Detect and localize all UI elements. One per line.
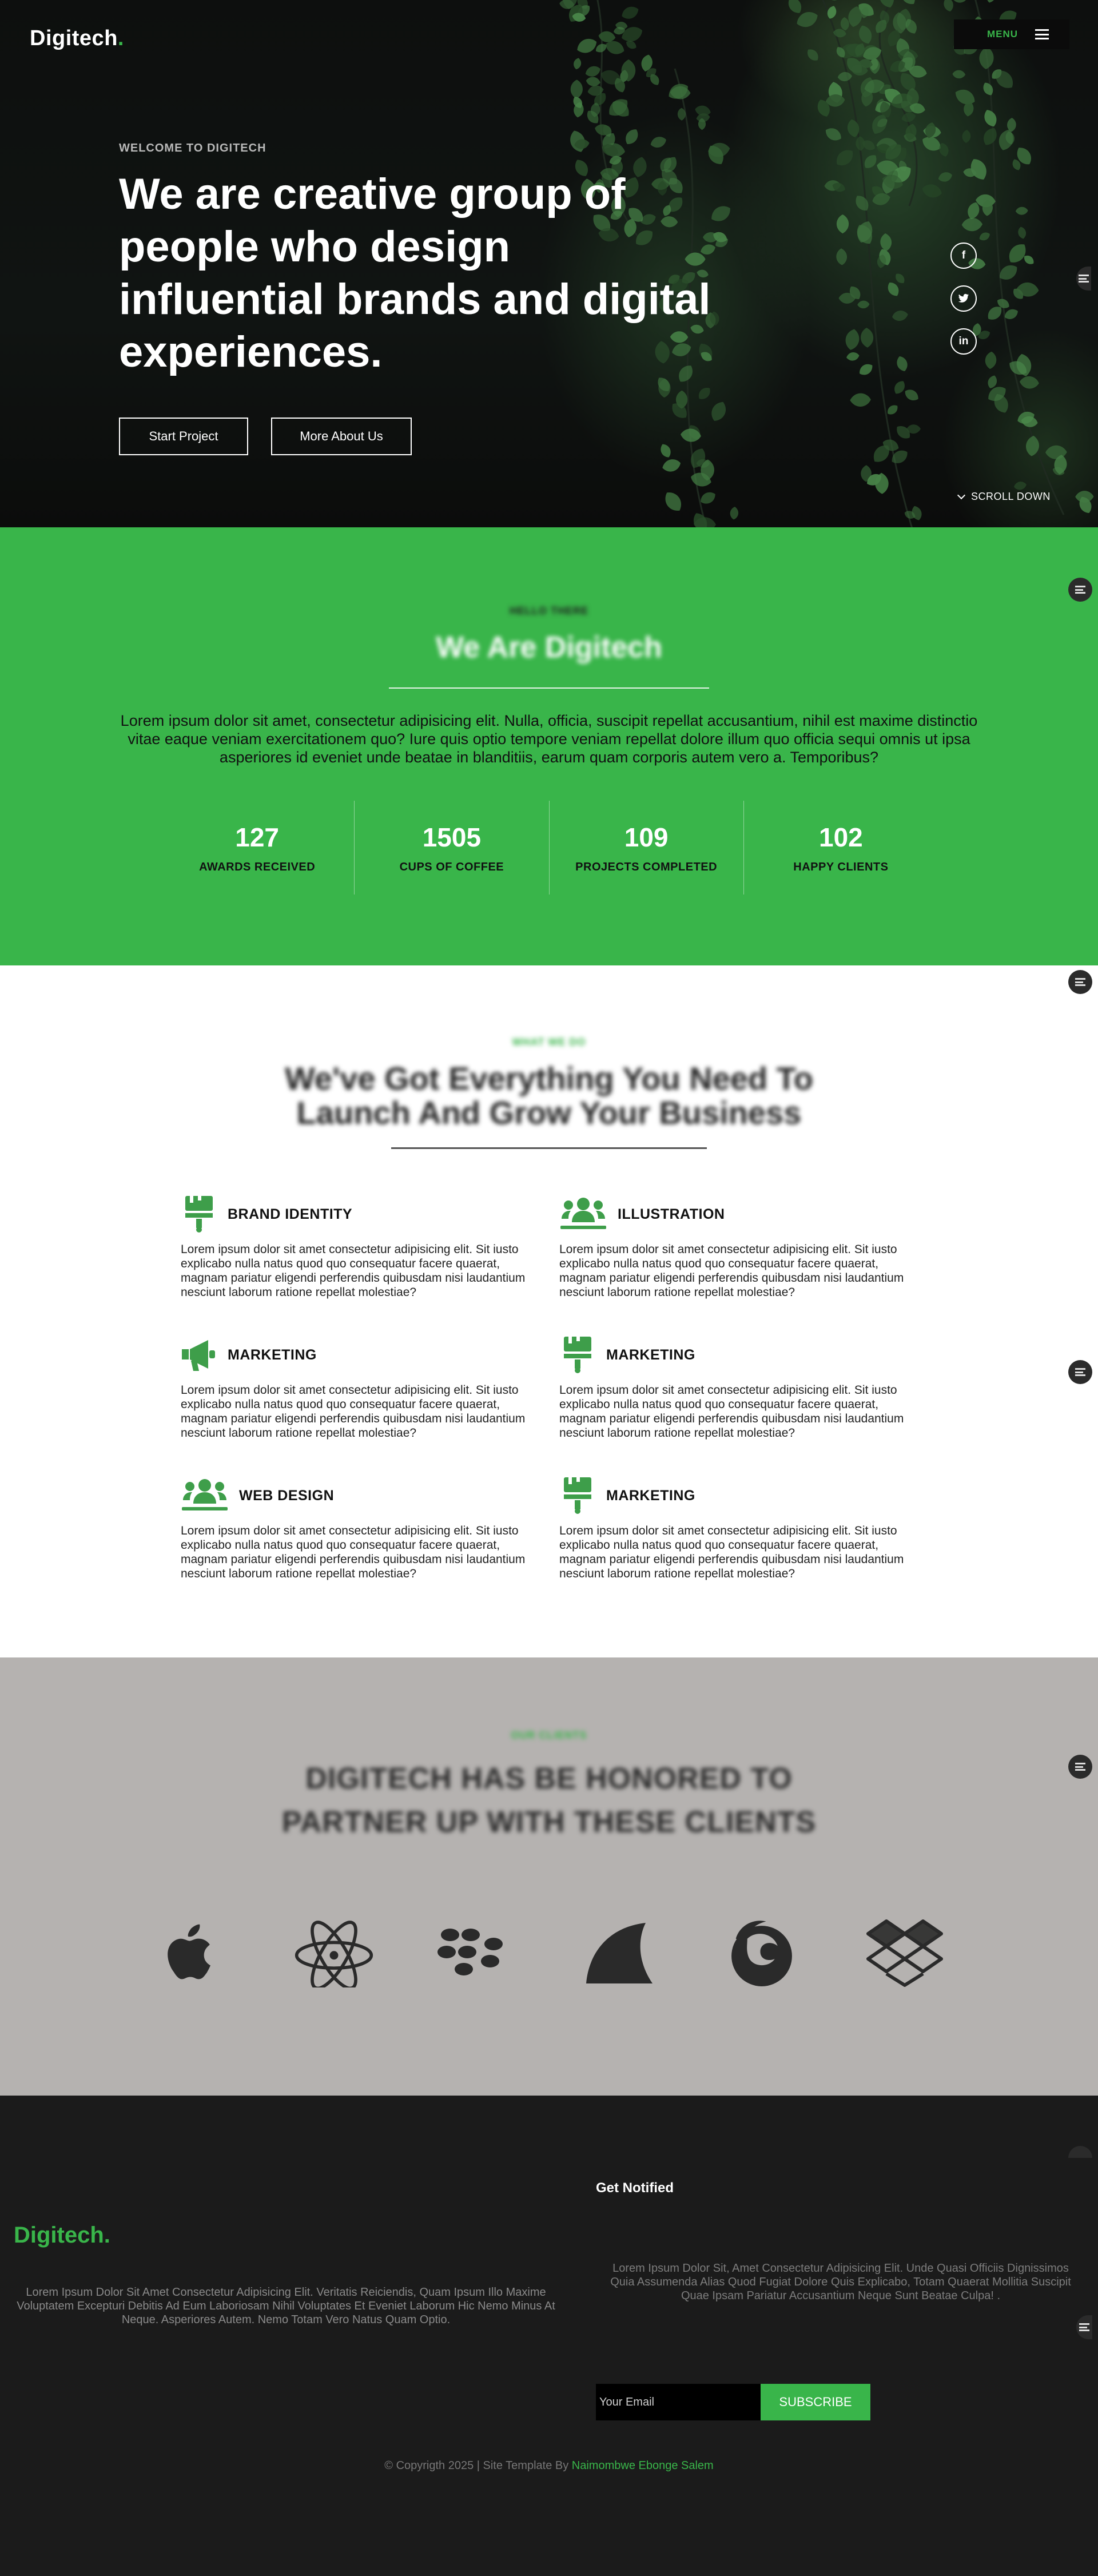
about-heading: We Are Digitech (436, 631, 662, 664)
scroll-down-label: SCROLL DOWN (971, 491, 1051, 502)
more-about-us-button[interactable]: More About Us (271, 418, 412, 455)
service-card: MARKETING Lorem ipsum dolor sit amet con… (181, 1335, 547, 1440)
about-eyebrow: HELLO THERE (509, 605, 588, 617)
service-card: MARKETING Lorem ipsum dolor sit amet con… (559, 1335, 925, 1440)
hero-eyebrow: WELCOME TO DIGITECH (119, 142, 266, 154)
services-heading: We've Got Everything You Need To Launch … (285, 1060, 813, 1131)
clients-eyebrow: OUR CLIENTS (511, 1730, 587, 1741)
service-title: ILLUSTRATION (618, 1206, 725, 1222)
service-title: MARKETING (606, 1346, 695, 1363)
users-icon (559, 1196, 607, 1233)
paint-brush-icon (559, 1337, 596, 1373)
stat-label: AWARDS RECEIVED (199, 860, 316, 873)
stat-awards: 127 AWARDS RECEIVED (160, 801, 354, 895)
blackberry-logo-icon (435, 1916, 515, 1990)
stat-coffee: 1505 CUPS OF COFFEE (354, 801, 548, 895)
settings-sliders-icon[interactable] (1068, 970, 1092, 994)
settings-sliders-icon[interactable] (1068, 1755, 1092, 1779)
stat-label: HAPPY CLIENTS (793, 860, 889, 873)
service-card: WEB DESIGN Lorem ipsum dolor sit amet co… (181, 1476, 547, 1581)
service-description: Lorem ipsum dolor sit amet consectetur a… (559, 1384, 904, 1440)
settings-sliders-icon[interactable] (1068, 578, 1092, 602)
service-description: Lorem ipsum dolor sit amet consectetur a… (181, 1524, 526, 1580)
newsletter-title: Get Notified (596, 2180, 674, 2196)
start-project-button[interactable]: Start Project (119, 418, 248, 455)
stat-clients: 102 HAPPY CLIENTS (743, 801, 938, 895)
settings-sliders-icon[interactable] (1068, 2146, 1092, 2158)
copyright-line: © Copyrigth 2025 | Site Template By Naim… (0, 2459, 1098, 2472)
service-title: BRAND IDENTITY (228, 1206, 353, 1222)
divider (391, 1147, 707, 1149)
scroll-down-link[interactable]: SCROLL DOWN (957, 491, 1051, 503)
settings-sliders-icon[interactable] (1076, 2315, 1092, 2339)
stats-row: 127 AWARDS RECEIVED 1505 CUPS OF COFFEE … (160, 801, 938, 895)
stat-number: 102 (819, 822, 863, 852)
footer-logo[interactable]: Digitech. (14, 2223, 110, 2248)
firefox-logo-icon (722, 1916, 802, 1990)
service-description: Lorem ipsum dolor sit amet consectetur a… (559, 1243, 904, 1299)
about-section: HELLO THERE We Are Digitech Lorem ipsum … (0, 527, 1098, 965)
footer-about-text: Lorem Ipsum Dolor Sit Amet Consectetur A… (17, 2286, 555, 2326)
subscribe-button[interactable]: SUBSCRIBE (761, 2384, 870, 2420)
divider (389, 687, 709, 689)
apple-logo-icon (151, 1916, 231, 1990)
linkedin-icon[interactable]: in (950, 328, 977, 355)
stat-number: 127 (235, 822, 279, 852)
stat-projects: 109 PROJECTS COMPLETED (548, 801, 743, 895)
footer: Digitech. Lorem Ipsum Dolor Sit Amet Con… (0, 2096, 1098, 2576)
copyright-text: © Copyrigth 2025 | Site Template By (384, 2459, 569, 2472)
twitter-icon[interactable] (950, 285, 977, 312)
service-card: ILLUSTRATION Lorem ipsum dolor sit amet … (559, 1194, 925, 1299)
menu-label: MENU (986, 29, 1018, 39)
service-card: MARKETING Lorem ipsum dolor sit amet con… (559, 1476, 925, 1581)
settings-sliders-icon[interactable] (1068, 1360, 1092, 1384)
about-paragraph: Lorem ipsum dolor sit amet, consectetur … (120, 712, 978, 766)
atom-logo-icon (294, 1916, 374, 1990)
stat-label: PROJECTS COMPLETED (575, 860, 718, 873)
service-card: BRAND IDENTITY Lorem ipsum dolor sit ame… (181, 1194, 547, 1299)
service-title: MARKETING (228, 1346, 317, 1363)
services-eyebrow: WHAT WE DO (512, 1036, 586, 1048)
hero-title: We are creative group of people who desi… (119, 170, 711, 376)
email-input[interactable] (596, 2384, 761, 2420)
shark-fin-logo-icon (580, 1916, 660, 1990)
clients-section: OUR CLIENTS DIGITECH HAS BE HONORED TO P… (0, 1657, 1098, 2096)
site-logo[interactable]: Digitech. (30, 26, 124, 51)
service-description: Lorem ipsum dolor sit amet consectetur a… (559, 1524, 904, 1580)
dropbox-logo-icon (865, 1916, 945, 1990)
services-section: WHAT WE DO We've Got Everything You Need… (0, 965, 1098, 1657)
hero-section: Digitech. MENU WELCOME TO DIGITECH We ar… (0, 0, 1098, 527)
service-title: MARKETING (606, 1487, 695, 1504)
paint-brush-icon (181, 1196, 217, 1233)
service-description: Lorem ipsum dolor sit amet consectetur a… (181, 1243, 526, 1299)
hamburger-icon (1035, 29, 1049, 39)
service-description: Lorem ipsum dolor sit amet consectetur a… (181, 1384, 526, 1440)
clients-heading: DIGITECH HAS BE HONORED TO PARTNER UP WI… (281, 1762, 817, 1839)
service-title: WEB DESIGN (239, 1487, 335, 1504)
paint-brush-icon (559, 1477, 596, 1514)
newsletter-text: Lorem Ipsum Dolor Sit, Amet Consectetur … (610, 2262, 1071, 2302)
stat-number: 109 (624, 822, 669, 852)
facebook-icon[interactable]: f (950, 243, 977, 269)
chevron-down-icon (957, 491, 966, 500)
users-icon (181, 1477, 229, 1514)
stat-label: CUPS OF COFFEE (399, 860, 504, 873)
stat-number: 1505 (422, 822, 482, 852)
menu-button[interactable]: MENU (954, 19, 1069, 49)
author-link[interactable]: Naimombwe Ebonge Salem (572, 2459, 714, 2472)
megaphone-icon (181, 1337, 217, 1373)
